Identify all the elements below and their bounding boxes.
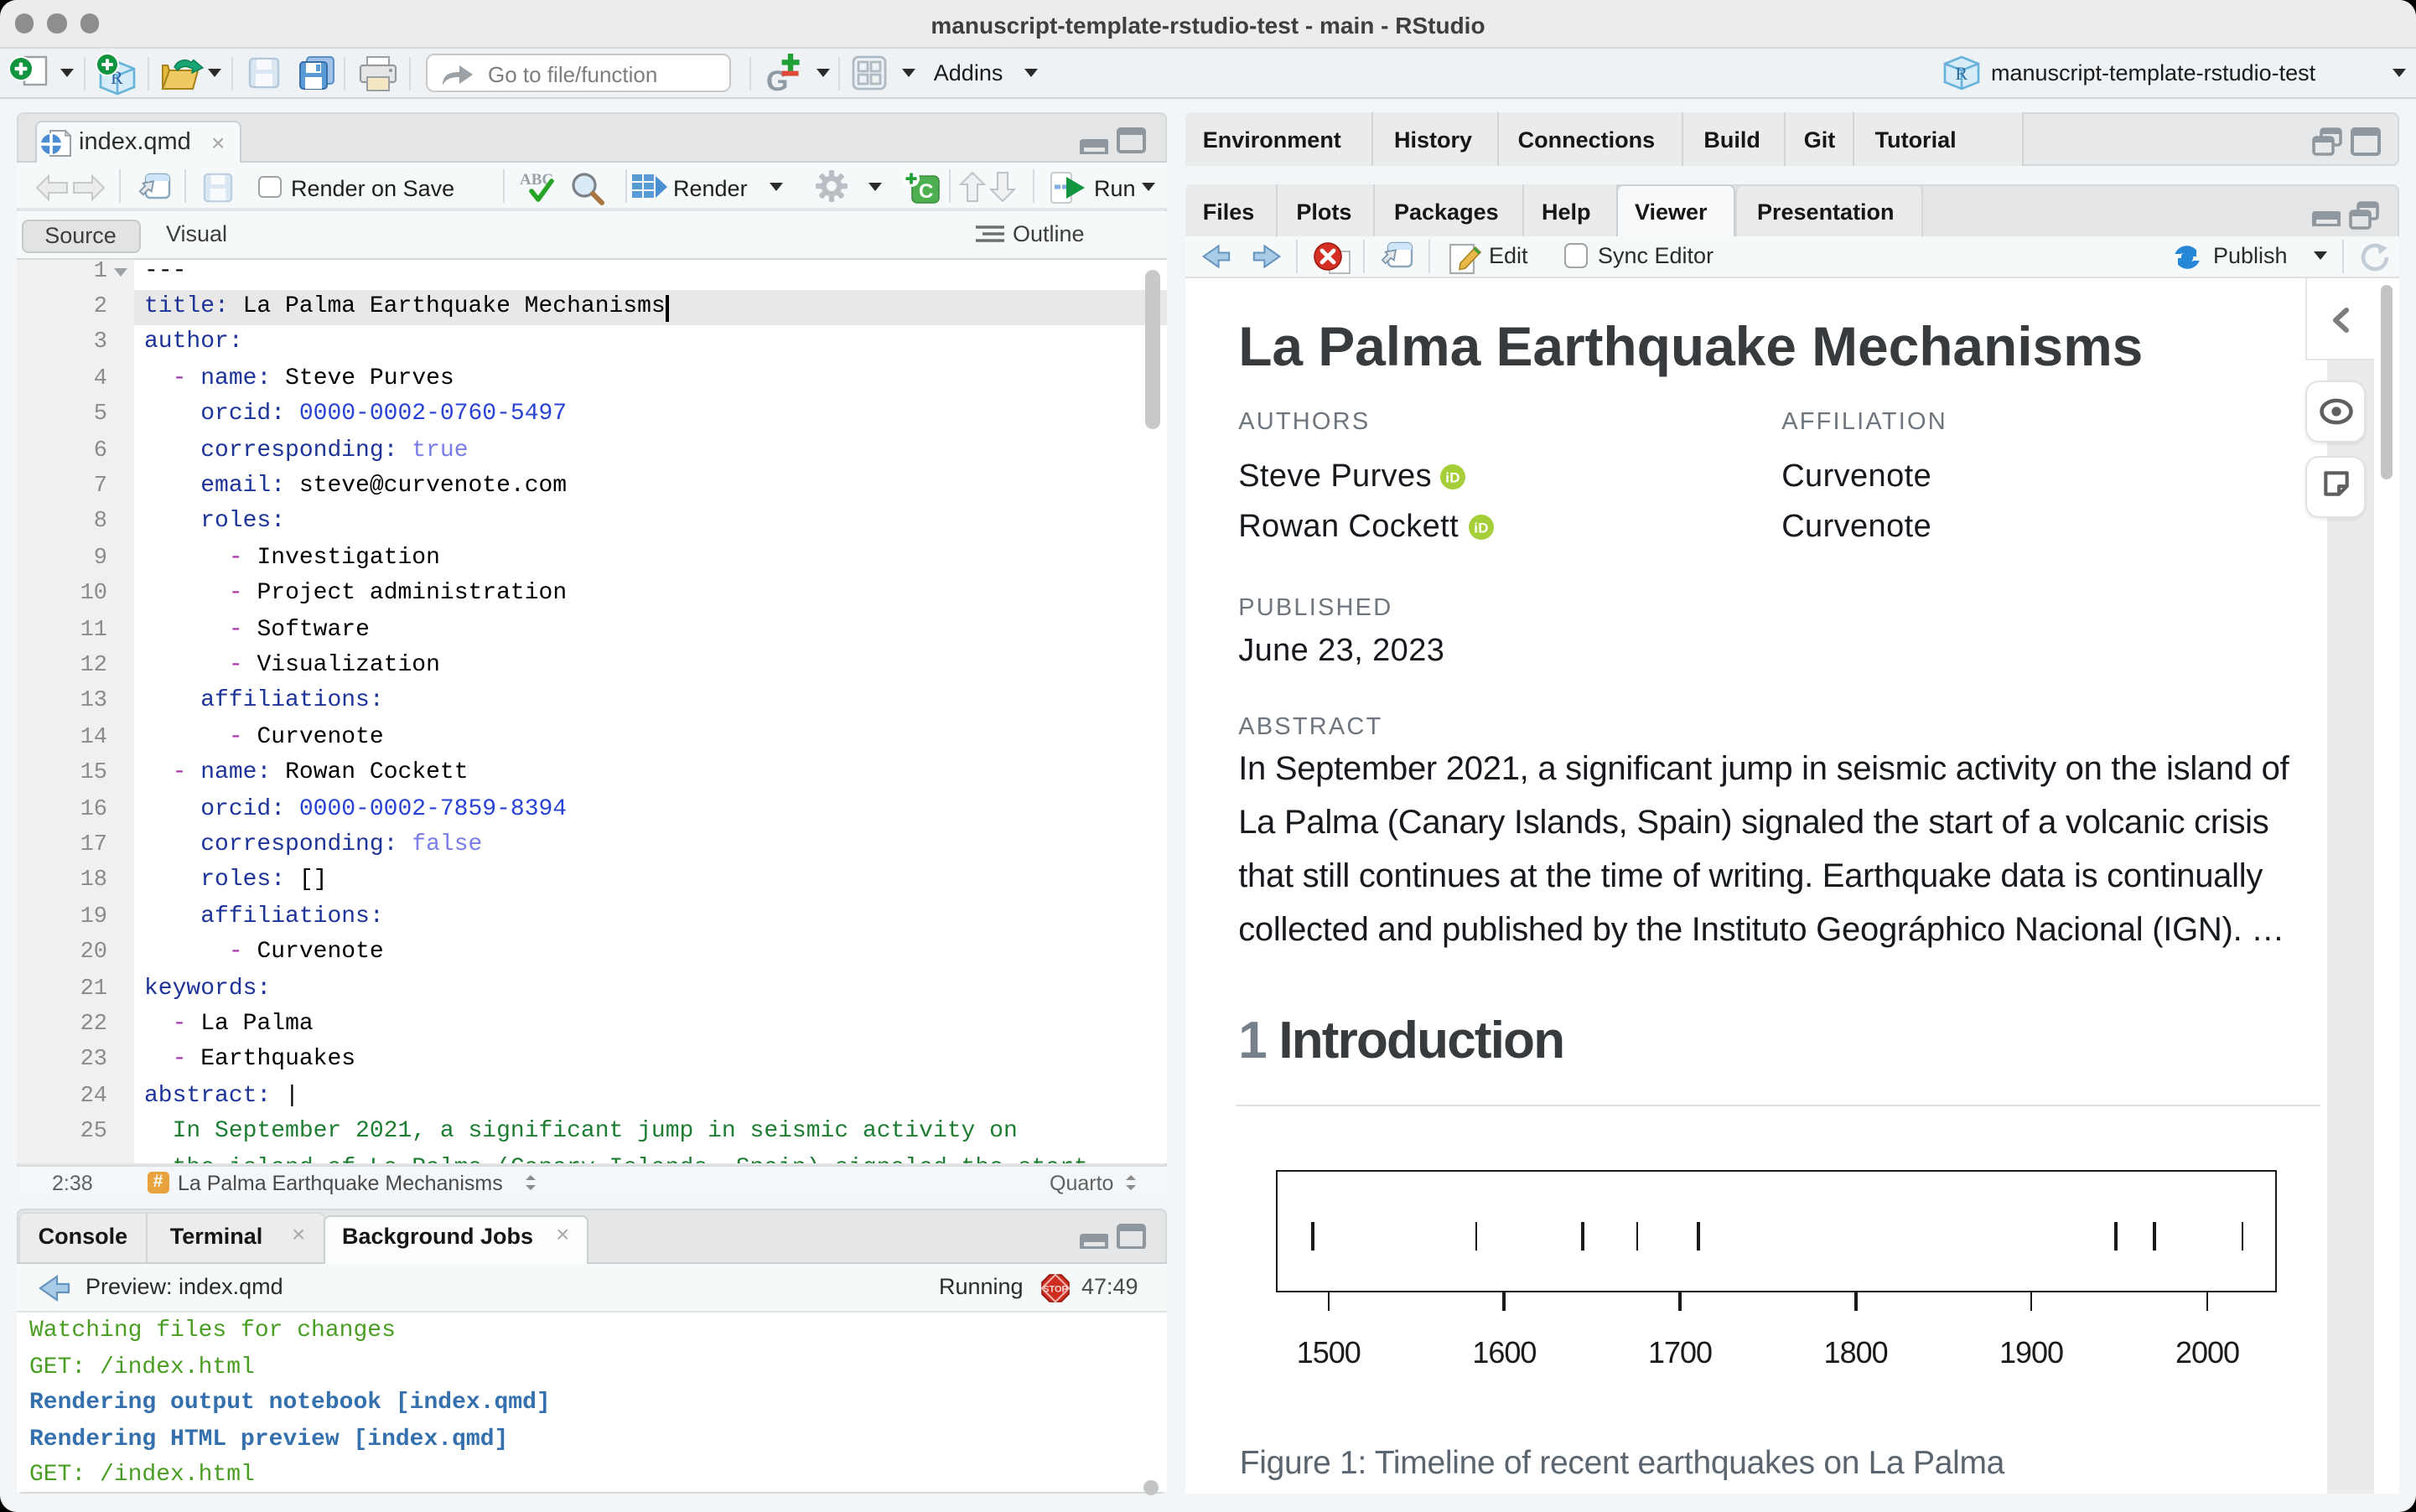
svg-text:iD: iD <box>1446 469 1461 485</box>
svg-text:C: C <box>918 180 932 203</box>
svg-text:iD: iD <box>1473 520 1488 536</box>
svg-text:STOP: STOP <box>1042 1284 1067 1294</box>
svg-text:G: G <box>766 65 788 93</box>
svg-text:R: R <box>1955 62 1968 83</box>
